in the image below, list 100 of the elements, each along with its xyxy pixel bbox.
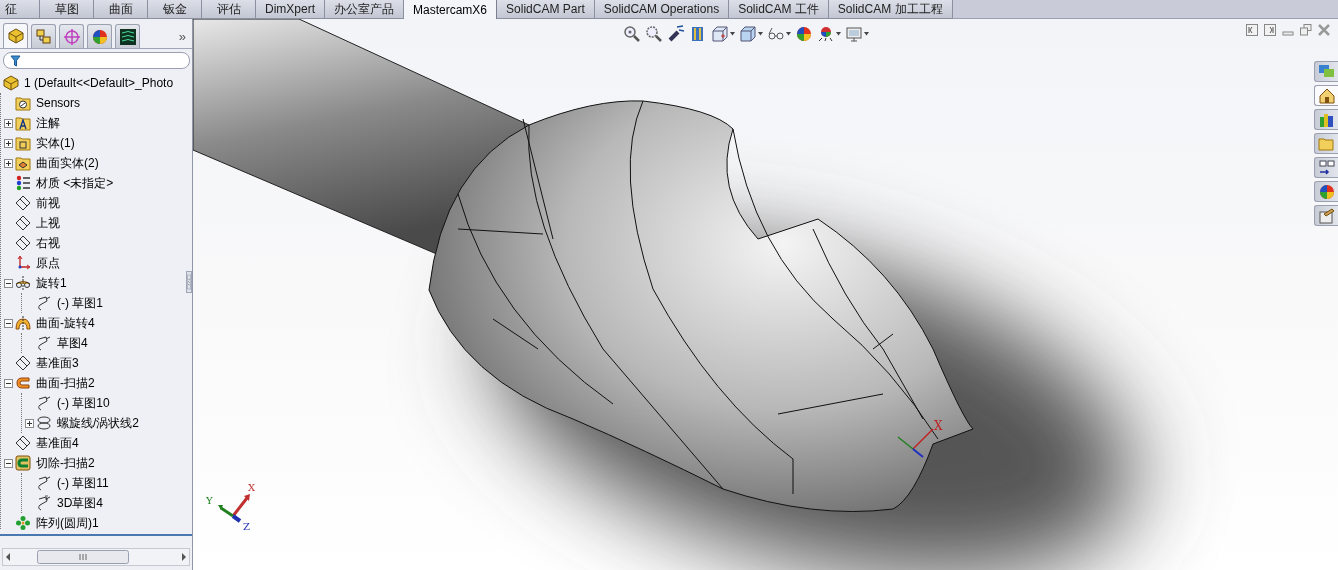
tree-item[interactable]: 曲面实体(2): [36, 154, 99, 172]
cut-sweep-icon: [15, 455, 31, 471]
horizontal-scrollbar[interactable]: [2, 548, 190, 566]
command-tab[interactable]: 办公室产品: [325, 0, 404, 19]
tree-item[interactable]: 前视: [36, 194, 60, 212]
command-tab[interactable]: MastercamX6: [404, 0, 498, 20]
clipboard-icon: [1317, 206, 1336, 225]
task-pane-tab[interactable]: [1314, 85, 1338, 106]
panel-tab[interactable]: [87, 24, 112, 48]
tree-item[interactable]: 螺旋线/涡状线2: [57, 414, 139, 432]
command-tab[interactable]: 征: [0, 0, 40, 19]
scrollbar-thumb[interactable]: [37, 550, 129, 564]
tree-item[interactable]: 1 (Default<<Default>_Photo: [24, 76, 174, 90]
solid-folder-icon: [15, 135, 31, 151]
tree-item[interactable]: 旋转1: [36, 274, 67, 292]
command-tab[interactable]: SolidCAM 加工工程: [828, 0, 953, 19]
crosshair-icon: [62, 27, 81, 46]
tree-item[interactable]: 阵列(圆周)1: [36, 514, 99, 530]
tree-item[interactable]: 基准面3: [36, 354, 79, 372]
collapse-icon[interactable]: [3, 458, 13, 468]
tree-item[interactable]: 切除-扫描2: [36, 454, 95, 472]
zoom-fit-icon[interactable]: [623, 25, 641, 43]
task-pane-tab[interactable]: [1314, 181, 1338, 202]
filter-field[interactable]: [3, 52, 190, 69]
more-tabs-chevron[interactable]: »: [178, 29, 186, 44]
tree-item[interactable]: 原点: [36, 254, 60, 272]
task-pane-tab[interactable]: [1314, 109, 1338, 130]
monitor-dropdown[interactable]: [845, 24, 869, 44]
scene-dropdown[interactable]: [817, 24, 841, 44]
scroll-left-icon[interactable]: [6, 553, 11, 561]
wave-lines-icon: [118, 27, 137, 46]
surface-revolve-icon: [15, 315, 31, 331]
tree-item[interactable]: 注解: [36, 114, 60, 132]
scene-icon: [817, 25, 835, 43]
axis-label: X: [248, 482, 256, 493]
command-tab[interactable]: SolidCAM 工件: [729, 0, 829, 19]
part-icon: [3, 75, 19, 91]
command-tab[interactable]: SolidCAM Operations: [594, 0, 730, 19]
shaded-cube-dropdown[interactable]: [739, 24, 763, 44]
glasses-icon: [767, 25, 785, 43]
tree-item[interactable]: (-) 草图11: [57, 474, 109, 492]
tree-item[interactable]: 上视: [36, 214, 60, 232]
command-tab[interactable]: 曲面: [94, 0, 148, 19]
tree-item[interactable]: (-) 草图10: [57, 394, 110, 412]
tree-item[interactable]: 曲面-旋转4: [36, 314, 95, 332]
tree-item[interactable]: (-) 草图1: [57, 294, 103, 312]
sketch-icon: [36, 475, 52, 491]
axis-label: Y: [206, 495, 213, 506]
tree-item[interactable]: 曲面-扫描2: [36, 374, 95, 392]
color-sphere-icon: [1317, 182, 1336, 201]
surface-folder-icon: [15, 155, 31, 171]
plane-icon: [15, 195, 31, 211]
panel-tab[interactable]: [3, 23, 28, 48]
task-pane-tab[interactable]: [1314, 61, 1338, 82]
task-pane-tab[interactable]: [1314, 157, 1338, 178]
cube-view-dropdown[interactable]: [711, 24, 735, 44]
sketch-3d-icon: [36, 495, 52, 511]
tree-item[interactable]: 材质 <未指定>: [36, 174, 114, 192]
tree-item[interactable]: Sensors: [36, 96, 81, 110]
tile-left-icon[interactable]: [1246, 24, 1258, 36]
collapse-icon[interactable]: [3, 318, 13, 328]
command-tab[interactable]: 评估: [202, 0, 256, 19]
expand-icon[interactable]: [3, 118, 13, 128]
tile-right-icon[interactable]: [1264, 24, 1276, 36]
plane-icon: [15, 435, 31, 451]
sweep-icon: [15, 375, 31, 391]
color-sphere-icon[interactable]: [795, 25, 813, 43]
tree-item[interactable]: 草图4: [57, 334, 88, 352]
expand-icon[interactable]: [24, 418, 34, 428]
scroll-right-icon[interactable]: [181, 553, 186, 561]
collapse-icon[interactable]: [3, 378, 13, 388]
collapse-icon[interactable]: [3, 278, 13, 288]
monitor-icon: [845, 25, 863, 43]
panel-tab[interactable]: [115, 24, 140, 48]
zoom-area-icon[interactable]: [645, 25, 663, 43]
origin-icon: [15, 255, 31, 271]
tree-item[interactable]: 实体(1): [36, 134, 75, 152]
command-tab[interactable]: 钣金: [148, 0, 202, 19]
expand-icon[interactable]: [3, 138, 13, 148]
command-tab[interactable]: SolidCAM Part: [497, 0, 595, 19]
part-tree-icon: [6, 27, 25, 45]
model-axis-triad: X: [897, 419, 943, 458]
command-tab[interactable]: 草图: [40, 0, 94, 19]
filter-icon: [10, 54, 21, 67]
expand-icon[interactable]: [3, 158, 13, 168]
tree-item[interactable]: 基准面4: [36, 434, 79, 452]
close-icon[interactable]: [1318, 24, 1330, 36]
plane-icon: [15, 235, 31, 251]
sketch-icon: [36, 335, 52, 351]
helix-icon: [36, 415, 52, 431]
sketch-icon: [36, 295, 52, 311]
panel-splitter-handle[interactable]: [186, 271, 192, 293]
sensor-folder-icon: [15, 95, 31, 111]
tree-item[interactable]: 右视: [36, 234, 60, 252]
command-tab[interactable]: DimXpert: [256, 0, 325, 19]
wand-icon[interactable]: [667, 25, 685, 43]
tree-item[interactable]: 3D草图4: [57, 494, 103, 512]
material-icon: [15, 175, 31, 191]
task-pane-tab[interactable]: [1314, 205, 1338, 226]
restore-icon[interactable]: [1300, 24, 1312, 36]
